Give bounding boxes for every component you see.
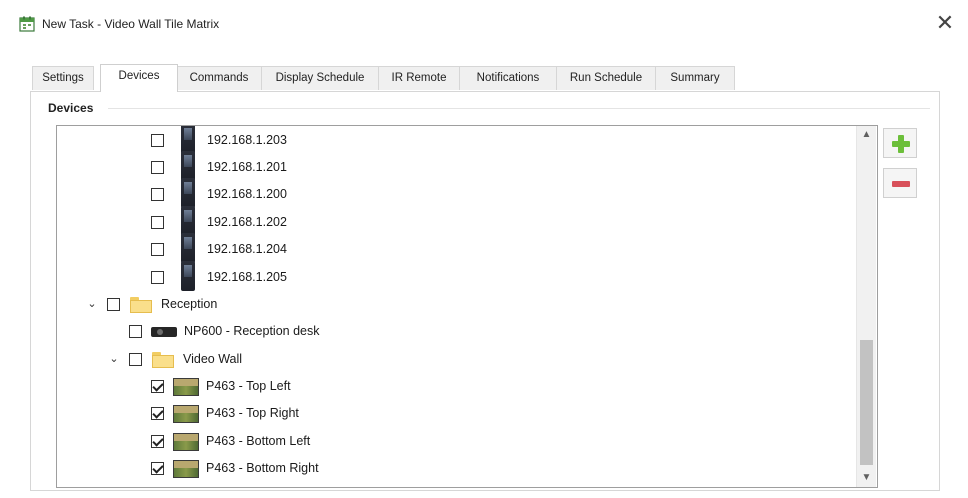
tree-scrollbar[interactable]: ▲ ▼ bbox=[856, 126, 876, 487]
device-label: P463 - Top Right bbox=[206, 406, 299, 420]
group-label: Video Wall bbox=[183, 352, 243, 366]
minus-icon bbox=[892, 181, 910, 187]
scroll-up-arrow-icon[interactable]: ▲ bbox=[857, 126, 876, 144]
add-device-button[interactable] bbox=[883, 128, 917, 158]
device-checkbox[interactable] bbox=[151, 435, 164, 448]
device-label: 192.168.1.200 bbox=[207, 187, 287, 201]
device-checkbox[interactable] bbox=[151, 216, 164, 229]
tree-item-group-reception[interactable]: ⌄ Reception bbox=[57, 294, 857, 316]
display-icon bbox=[173, 405, 199, 423]
tree-item-device[interactable]: P463 - Top Left bbox=[57, 376, 857, 398]
device-label: NP600 - Reception desk bbox=[184, 324, 320, 338]
device-label: P463 - Bottom Right bbox=[206, 461, 319, 475]
tree-item-device[interactable]: 192.168.1.203 bbox=[57, 126, 857, 154]
device-tree[interactable]: 192.168.1.203 192.168.1.201 192.168.1.20… bbox=[56, 125, 878, 488]
device-label: 192.168.1.204 bbox=[207, 242, 287, 256]
title-bar: New Task - Video Wall Tile Matrix ✕ bbox=[0, 0, 968, 46]
device-label: P463 - Top Left bbox=[206, 379, 291, 393]
group-checkbox[interactable] bbox=[107, 298, 120, 311]
device-label: P463 - Bottom Left bbox=[206, 434, 311, 448]
tab-ir-remote[interactable]: IR Remote bbox=[378, 66, 460, 90]
display-icon bbox=[173, 460, 199, 478]
tree-item-group-video-wall[interactable]: ⌄ Video Wall bbox=[57, 349, 857, 371]
tree-item-device[interactable]: NP600 - Reception desk bbox=[57, 321, 857, 343]
device-checkbox[interactable] bbox=[129, 325, 142, 338]
folder-icon bbox=[152, 352, 174, 368]
tab-display-schedule[interactable]: Display Schedule bbox=[261, 66, 379, 90]
new-task-window: New Task - Video Wall Tile Matrix ✕ Sett… bbox=[0, 0, 968, 498]
device-checkbox[interactable] bbox=[151, 380, 164, 393]
display-icon bbox=[173, 378, 199, 396]
group-checkbox[interactable] bbox=[129, 353, 142, 366]
device-checkbox[interactable] bbox=[151, 462, 164, 475]
device-checkbox[interactable] bbox=[151, 407, 164, 420]
group-divider bbox=[108, 108, 930, 109]
tree-item-device[interactable]: 192.168.1.201 bbox=[57, 151, 857, 181]
handheld-device-icon bbox=[181, 126, 195, 154]
group-label: Reception bbox=[161, 297, 218, 311]
tab-summary[interactable]: Summary bbox=[655, 66, 735, 90]
tab-run-schedule[interactable]: Run Schedule bbox=[556, 66, 656, 90]
tree-item-device[interactable]: 192.168.1.205 bbox=[57, 261, 857, 291]
close-button[interactable]: ✕ bbox=[930, 10, 960, 38]
device-checkbox[interactable] bbox=[151, 188, 164, 201]
handheld-device-icon bbox=[181, 206, 195, 236]
device-label: 192.168.1.205 bbox=[207, 270, 287, 284]
tree-item-device[interactable]: 192.168.1.204 bbox=[57, 233, 857, 263]
projector-icon bbox=[151, 327, 177, 337]
tree-item-device[interactable]: 192.168.1.202 bbox=[57, 206, 857, 236]
handheld-device-icon bbox=[181, 261, 195, 291]
device-checkbox[interactable] bbox=[151, 271, 164, 284]
tab-devices[interactable]: Devices bbox=[100, 64, 178, 92]
scrollbar-thumb[interactable] bbox=[860, 340, 873, 465]
collapse-chevron-icon[interactable]: ⌄ bbox=[85, 296, 99, 312]
device-checkbox[interactable] bbox=[151, 161, 164, 174]
handheld-device-icon bbox=[181, 178, 195, 208]
tree-item-device[interactable]: P463 - Top Right bbox=[57, 403, 857, 425]
devices-group-title: Devices bbox=[48, 101, 98, 115]
scroll-down-arrow-icon[interactable]: ▼ bbox=[857, 469, 876, 487]
tree-item-device[interactable]: 192.168.1.200 bbox=[57, 178, 857, 208]
device-label: 192.168.1.202 bbox=[207, 215, 287, 229]
task-calendar-icon bbox=[19, 16, 35, 32]
handheld-device-icon bbox=[181, 233, 195, 263]
tab-notifications[interactable]: Notifications bbox=[459, 66, 557, 90]
collapse-chevron-icon[interactable]: ⌄ bbox=[107, 351, 121, 367]
tab-strip: Settings Devices Commands Display Schedu… bbox=[30, 64, 940, 92]
display-icon bbox=[173, 433, 199, 451]
handheld-device-icon bbox=[181, 151, 195, 181]
device-checkbox[interactable] bbox=[151, 243, 164, 256]
tree-item-device[interactable]: P463 - Bottom Right bbox=[57, 458, 857, 480]
device-label: 192.168.1.201 bbox=[207, 160, 287, 174]
tab-settings[interactable]: Settings bbox=[32, 66, 94, 90]
remove-device-button[interactable] bbox=[883, 168, 917, 198]
window-title: New Task - Video Wall Tile Matrix bbox=[42, 17, 220, 31]
folder-icon bbox=[130, 297, 152, 313]
tab-commands[interactable]: Commands bbox=[176, 66, 262, 90]
device-checkbox[interactable] bbox=[151, 134, 164, 147]
tree-item-device[interactable]: P463 - Bottom Left bbox=[57, 431, 857, 453]
device-label: 192.168.1.203 bbox=[207, 133, 287, 147]
